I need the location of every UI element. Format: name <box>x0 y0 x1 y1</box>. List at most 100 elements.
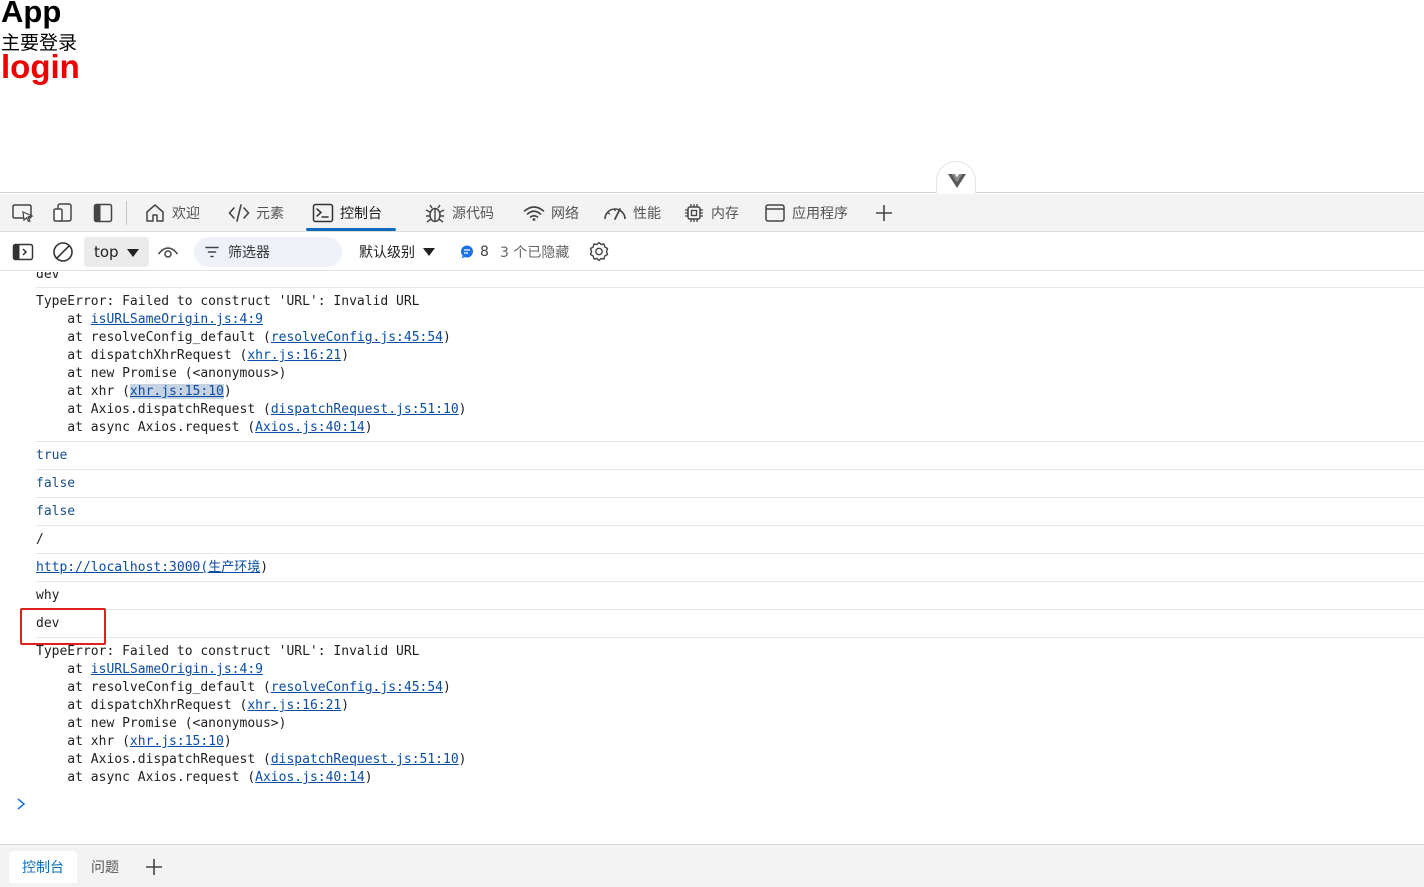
add-tab-button[interactable] <box>868 194 900 232</box>
window-icon <box>765 204 785 222</box>
tab-label: 应用程序 <box>792 206 848 222</box>
log-boolean: false <box>36 476 76 491</box>
console-message: false <box>36 498 1424 526</box>
tab-application[interactable]: 应用程序 <box>758 194 854 232</box>
plus-icon <box>146 859 162 875</box>
stack-frame: at resolveConfig_default (resolveConfig.… <box>36 330 451 345</box>
stack-frame: at Axios.dispatchRequest (dispatchReques… <box>36 752 467 767</box>
console-message: why <box>36 582 1424 610</box>
code-icon <box>228 204 250 222</box>
filter-input[interactable]: 筛选器 <box>194 237 342 267</box>
tab-label: 控制台 <box>340 206 382 222</box>
console-message: / <box>36 526 1424 554</box>
tab-welcome[interactable]: 欢迎 <box>138 194 206 232</box>
drawer-tab-issues[interactable]: 问题 <box>78 851 132 883</box>
stack-frame: at new Promise (<anonymous>) <box>36 716 287 731</box>
live-expression-eye-icon[interactable] <box>157 241 179 263</box>
log-levels-dropdown[interactable]: 默认级别 <box>359 237 435 267</box>
clear-console-icon[interactable] <box>52 241 74 263</box>
log-text: dev <box>36 616 60 631</box>
source-link[interactable]: Axios.js:40:14 <box>255 420 365 435</box>
home-icon <box>146 204 164 222</box>
log-url: http://localhost:3000(生产环境) <box>36 560 269 575</box>
stack-frame: at isURLSameOrigin.js:4:9 <box>36 312 263 327</box>
device-emulation-icon[interactable] <box>52 203 74 223</box>
stack-frame: at xhr (xhr.js:15:10) <box>36 734 232 749</box>
toolbar-divider <box>126 201 127 225</box>
source-link-selected[interactable]: xhr.js:15:10 <box>129 384 224 399</box>
chevron-down-icon <box>423 248 435 256</box>
drawer-tabbar: 控制台 问题 <box>0 844 1424 887</box>
filter-icon <box>205 246 219 258</box>
vue-logo-icon <box>948 174 966 188</box>
source-link[interactable]: resolveConfig.js:45:54 <box>271 330 443 345</box>
source-link[interactable]: xhr.js:16:21 <box>247 698 341 713</box>
source-link[interactable]: Axios.js:40:14 <box>255 770 365 785</box>
source-link[interactable]: xhr.js:16:21 <box>247 348 341 363</box>
log-boolean: true <box>36 448 68 463</box>
login-heading: login <box>1 48 80 85</box>
dock-side-icon[interactable] <box>92 203 114 223</box>
log-text: / <box>36 532 44 547</box>
stack-frame: at dispatchXhrRequest (xhr.js:16:21) <box>36 348 350 363</box>
app-title: App <box>1 0 62 29</box>
console-settings-icon[interactable] <box>588 241 610 263</box>
console-message: true <box>36 442 1424 470</box>
console-icon <box>312 203 334 223</box>
console-prompt[interactable] <box>15 797 27 815</box>
log-boolean: false <box>36 504 76 519</box>
message-count: 8 <box>480 244 489 260</box>
url-link-tail[interactable]: (生产环境 <box>200 560 260 575</box>
stack-frame: at xhr (xhr.js:15:10) <box>36 384 232 399</box>
context-value: top <box>94 243 119 261</box>
console-message-error: TypeError: Failed to construct 'URL': In… <box>36 288 1424 442</box>
inspect-element-icon[interactable] <box>12 203 34 223</box>
stack-frame: at Axios.dispatchRequest (dispatchReques… <box>36 402 467 417</box>
source-link[interactable]: isURLSameOrigin.js:4:9 <box>91 662 263 677</box>
message-icon <box>461 245 473 259</box>
stack-frame: at dispatchXhrRequest (xhr.js:16:21) <box>36 698 350 713</box>
console-message: false <box>36 470 1424 498</box>
console-toolbar: top 筛选器 默认级别 8 3 个已隐藏 <box>0 233 1424 271</box>
console-message: dev <box>36 610 1424 638</box>
source-link[interactable]: dispatchRequest.js:51:10 <box>271 402 459 417</box>
filter-placeholder: 筛选器 <box>228 245 270 261</box>
stack-frame: at async Axios.request (Axios.js:40:14) <box>36 770 373 785</box>
devtools-tabbar: 欢迎 元素 控制台 源代码 网络 性能 内存 应用程序 <box>0 194 1424 232</box>
source-link[interactable]: isURLSameOrigin.js:4:9 <box>91 312 263 327</box>
hidden-count-label: 3 个已隐藏 <box>500 245 570 261</box>
tab-memory[interactable]: 内存 <box>677 194 745 232</box>
source-link[interactable]: resolveConfig.js:45:54 <box>271 680 443 695</box>
chip-icon <box>685 204 703 222</box>
log-text: dev <box>36 272 60 282</box>
tab-label: 性能 <box>633 206 661 222</box>
console-message: dev <box>36 272 1424 288</box>
console-message-error: TypeError: Failed to construct 'URL': In… <box>36 638 1424 792</box>
message-count-badge[interactable]: 8 <box>460 237 489 267</box>
console-output[interactable]: dev TypeError: Failed to construct 'URL'… <box>0 272 1424 844</box>
tab-label: 内存 <box>711 206 739 222</box>
tab-performance[interactable]: 性能 <box>597 194 667 232</box>
source-link[interactable]: dispatchRequest.js:51:10 <box>271 752 459 767</box>
error-header: TypeError: Failed to construct 'URL': In… <box>36 644 420 659</box>
levels-label: 默认级别 <box>359 245 415 261</box>
url-link[interactable]: http://localhost:3000 <box>36 560 200 575</box>
drawer-add-tab-button[interactable] <box>132 851 176 883</box>
sidebar-toggle-icon[interactable] <box>12 241 34 263</box>
stack-frame: at async Axios.request (Axios.js:40:14) <box>36 420 373 435</box>
source-link[interactable]: xhr.js:15:10 <box>130 734 224 749</box>
stack-frame: at new Promise (<anonymous>) <box>36 366 287 381</box>
context-selector[interactable]: top <box>84 237 149 267</box>
tab-sources[interactable]: 源代码 <box>418 194 500 232</box>
tab-elements[interactable]: 元素 <box>222 194 290 232</box>
vue-devtools-button[interactable] <box>936 161 976 193</box>
stack-frame: at isURLSameOrigin.js:4:9 <box>36 662 263 677</box>
error-header: TypeError: Failed to construct 'URL': In… <box>36 294 420 309</box>
tab-label: 网络 <box>551 206 579 222</box>
tab-network[interactable]: 网络 <box>517 194 585 232</box>
console-message: http://localhost:3000(生产环境) <box>36 554 1424 582</box>
log-text: why <box>36 588 60 603</box>
drawer-tab-console[interactable]: 控制台 <box>9 851 77 883</box>
tab-console[interactable]: 控制台 <box>306 194 396 232</box>
gauge-icon <box>604 208 626 220</box>
